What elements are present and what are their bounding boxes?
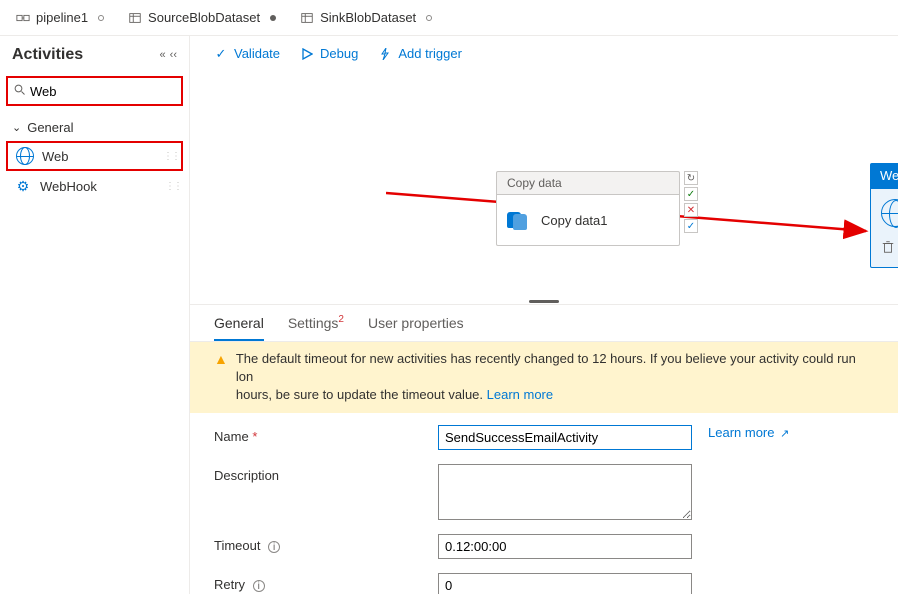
chevron-down-icon: ⌄	[12, 121, 21, 134]
activity-label: Web	[42, 149, 69, 164]
dataset-icon	[300, 11, 314, 25]
dataset-icon	[128, 11, 142, 25]
tab-sink-dataset[interactable]: SinkBlobDataset	[288, 0, 444, 35]
activity-label: WebHook	[40, 179, 97, 194]
globe-icon	[881, 199, 898, 227]
drag-handle-icon[interactable]: ⋮⋮	[163, 151, 179, 162]
tab-source-dataset[interactable]: SourceBlobDataset	[116, 0, 288, 35]
webhook-icon: ⚙	[14, 177, 32, 195]
properties-panel: General Settings2 User properties ▲ The …	[190, 304, 898, 594]
retry-label: Retry i	[214, 573, 438, 593]
copy-data-activity-node[interactable]: Copy data Copy data1 ↻ ✓ ✕ ✓	[496, 171, 680, 246]
tab-settings[interactable]: Settings2	[288, 315, 344, 341]
name-input[interactable]	[438, 425, 692, 450]
tab-general[interactable]: General	[214, 315, 264, 341]
check-icon: ✓	[214, 47, 228, 61]
node-type-label: Web	[870, 163, 898, 188]
description-input[interactable]	[438, 464, 692, 520]
learn-more-link[interactable]: Learn more ↗	[708, 425, 789, 440]
database-icon	[507, 210, 531, 230]
add-trigger-button[interactable]: Add trigger	[378, 46, 462, 61]
node-type-label: Copy data	[496, 171, 680, 194]
info-icon[interactable]: i	[268, 541, 280, 553]
drag-handle-icon[interactable]: ⋮⋮	[165, 181, 181, 192]
success-handle-icon[interactable]: ✓	[684, 187, 698, 201]
pipeline-canvas[interactable]: Copy data Copy data1 ↻ ✓ ✕ ✓ Web	[190, 71, 898, 298]
debug-button[interactable]: Debug	[300, 46, 358, 61]
description-label: Description	[214, 464, 438, 483]
name-label: Name *	[214, 425, 438, 444]
tab-user-properties[interactable]: User properties	[368, 315, 464, 341]
tab-modified-indicator	[98, 15, 104, 21]
search-input[interactable]	[30, 84, 175, 99]
chevron-left-icon[interactable]: ‹‹	[170, 49, 177, 61]
section-label: General	[27, 120, 73, 135]
activity-item-webhook[interactable]: ⚙ WebHook ⋮⋮	[6, 171, 183, 201]
retry-input[interactable]	[438, 573, 692, 594]
timeout-warning: ▲ The default timeout for new activities…	[190, 342, 898, 413]
info-icon[interactable]: i	[253, 580, 265, 592]
collapse-icon[interactable]: «	[160, 49, 166, 61]
tab-label: SinkBlobDataset	[320, 10, 416, 25]
delete-icon[interactable]	[881, 240, 895, 257]
activities-sidebar: Activities « ‹‹ ⌄ General Web ⋮⋮ ⚙ WebHo…	[0, 36, 190, 594]
lightning-icon	[378, 47, 392, 61]
sidebar-title: Activities	[12, 46, 83, 64]
editor-tabs: pipeline1 SourceBlobDataset SinkBlobData…	[0, 0, 898, 36]
section-general[interactable]: ⌄ General	[6, 114, 183, 141]
tab-pipeline1[interactable]: pipeline1	[4, 0, 116, 35]
web-activity-node[interactable]: Web SendSuccessEmailActivity { }	[870, 163, 898, 268]
activity-search[interactable]	[6, 76, 183, 106]
warning-icon: ▲	[214, 350, 228, 370]
loop-handle-icon[interactable]: ↻	[684, 171, 698, 185]
validate-button[interactable]: ✓ Validate	[214, 46, 280, 61]
learn-more-link[interactable]: Learn more	[487, 387, 553, 402]
tab-modified-indicator	[270, 15, 276, 21]
canvas-toolbar: ✓ Validate Debug Add trigger	[190, 36, 898, 71]
tab-label: pipeline1	[36, 10, 88, 25]
tab-modified-indicator	[426, 15, 432, 21]
timeout-label: Timeout i	[214, 534, 438, 554]
activity-item-web[interactable]: Web ⋮⋮	[6, 141, 183, 171]
tab-label: SourceBlobDataset	[148, 10, 260, 25]
completion-handle-icon[interactable]: ✓	[684, 219, 698, 233]
settings-badge: 2	[338, 314, 344, 325]
timeout-input[interactable]	[438, 534, 692, 559]
pipeline-icon	[16, 11, 30, 25]
external-link-icon: ↗	[780, 428, 789, 440]
failure-handle-icon[interactable]: ✕	[684, 203, 698, 217]
search-icon	[14, 84, 26, 99]
node-title: Copy data1	[541, 213, 608, 228]
globe-icon	[16, 147, 34, 165]
play-icon	[300, 47, 314, 61]
